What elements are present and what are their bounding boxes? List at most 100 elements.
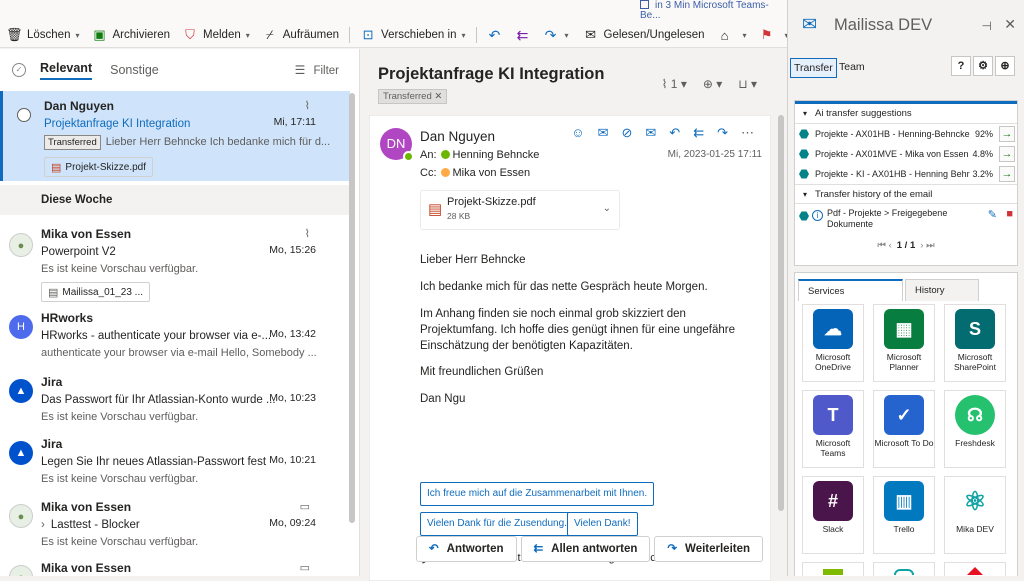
reply-icon[interactable]: ↶ xyxy=(481,27,509,44)
reminder-notification[interactable]: in 3 Min Microsoft Teams-Be... xyxy=(640,0,787,21)
addin-icon-3[interactable]: ✉ xyxy=(645,125,656,141)
list-item[interactable]: H HRworks HRworks - authenticate your br… xyxy=(0,307,350,369)
reply-all-button[interactable]: ⇇ Allen antworten xyxy=(520,536,651,562)
reading-scrollbar[interactable] xyxy=(778,115,784,511)
service-todo[interactable]: ✓ Microsoft To Do xyxy=(873,390,935,468)
chevron-right-icon[interactable]: › xyxy=(41,519,45,531)
forward-button[interactable]: ↷ Weiterleiten xyxy=(654,536,764,562)
service-slack[interactable]: # Slack xyxy=(802,476,864,554)
info-icon[interactable]: i xyxy=(812,210,823,221)
list-scrollbar[interactable] xyxy=(349,93,355,573)
arrow-right-icon[interactable]: → xyxy=(999,146,1015,162)
received-date: Mo, 09:24 xyxy=(269,517,316,529)
attachment-chip[interactable]: ▤ Mailissa_01_23 ... xyxy=(41,282,151,302)
list-item[interactable]: ● Mika von Essen ⌇ Powerpoint V2 Mo, 15:… xyxy=(0,219,350,302)
list-item-selected[interactable]: Dan Nguyen ⌇ Projektanfrage KI Integrati… xyxy=(0,91,350,181)
archive-button[interactable]: ▣ Archivieren xyxy=(86,24,177,46)
report-button[interactable]: ⛉ Melden ▾ xyxy=(176,24,256,46)
tab-transfer[interactable]: Transfer xyxy=(790,58,837,78)
history-section-header[interactable]: ▾ Transfer history of the email xyxy=(795,184,1017,204)
select-radio[interactable] xyxy=(17,108,31,122)
delete-icon[interactable]: ■ xyxy=(1006,209,1013,220)
tab-team[interactable]: Team xyxy=(836,58,868,76)
move-button[interactable]: ⊡ Verschieben in ▾ xyxy=(354,24,471,46)
help-button[interactable]: ? xyxy=(951,56,971,76)
tag-button[interactable]: ⌂ ▾ xyxy=(711,24,753,46)
next-page-icon[interactable]: › xyxy=(920,240,923,251)
suggested-reply[interactable]: Vielen Dank! xyxy=(567,512,638,536)
attachment-count[interactable]: ⌇ 1 ▾ xyxy=(662,77,687,91)
tab-focused[interactable]: Relevant xyxy=(40,61,93,80)
reply-icon[interactable]: ↶ xyxy=(669,125,680,141)
list-item[interactable]: ● Mika von Essen ▭ › Lasttest - Blocker M… xyxy=(0,496,350,556)
service-freshdesk[interactable]: ☊ Freshdesk xyxy=(944,390,1006,468)
suggested-reply[interactable]: Ich freue mich auf die Zusammenarbeit mi… xyxy=(420,482,655,506)
service-tile-partial[interactable] xyxy=(873,562,935,576)
pin-icon[interactable]: ⊣ xyxy=(982,19,992,33)
suggested-reply[interactable]: Vielen Dank für die Zusendung. xyxy=(420,512,574,536)
tab-other[interactable]: Sonstige xyxy=(110,63,159,77)
list-item[interactable]: ▲ Jira Legen Sie Ihr neues Atlassian-Pas… xyxy=(0,433,350,495)
reading-header: Projektanfrage KI Integration Transferre… xyxy=(361,49,787,109)
service-sharepoint[interactable]: S Microsoft SharePoint xyxy=(944,304,1006,382)
close-icon[interactable]: ✕ xyxy=(1004,16,1016,33)
filter-button[interactable]: ☰ Filter xyxy=(295,63,339,77)
ai-section-header[interactable]: ▾ Ai transfer suggestions xyxy=(795,104,1017,124)
service-planner[interactable]: ▦ Microsoft Planner xyxy=(873,304,935,382)
hexagon-icon xyxy=(799,211,809,221)
tab-history[interactable]: History xyxy=(905,279,979,301)
prev-page-icon[interactable]: ‹ xyxy=(889,240,892,251)
last-page-icon[interactable]: ⏭ xyxy=(926,240,935,251)
settings-icon[interactable]: ⚙ xyxy=(973,56,993,76)
globe-icon[interactable]: ⊕ xyxy=(995,56,1015,76)
first-page-icon[interactable]: ⏮ xyxy=(877,240,886,251)
tag-icon: ⌂ xyxy=(720,27,729,43)
history-item[interactable]: i Pdf - Projekte > Freigegebene Dokumente… xyxy=(795,204,1017,234)
service-tile-partial[interactable] xyxy=(944,562,1006,576)
chevron-down-icon[interactable]: ⌄ xyxy=(603,203,611,214)
attachment-card[interactable]: ▤ Projekt-Skizze.pdf 28 KB ⌄ xyxy=(420,190,620,230)
subject: Legen Sie Ihr neues Atlassian-Passwort f… xyxy=(41,456,267,468)
chevron-down-icon[interactable]: ▾ xyxy=(565,31,569,40)
list-item[interactable]: ▲ Jira Das Passwort für Ihr Atlassian-Ko… xyxy=(0,371,350,433)
sender-name: Jira xyxy=(41,437,63,451)
inbox-icon[interactable]: ⊔ ▾ xyxy=(738,77,757,91)
service-onedrive[interactable]: ☁ Microsoft OneDrive xyxy=(802,304,864,382)
list-item[interactable]: ● Mika von Essen ▭ xyxy=(0,557,350,576)
select-all-checkbox[interactable]: ✓ xyxy=(12,63,26,77)
scrollbar-thumb[interactable] xyxy=(349,93,355,523)
close-icon[interactable]: ✕ xyxy=(434,91,442,102)
smiley-icon[interactable]: ☺ xyxy=(571,125,584,141)
reply-button[interactable]: ↶ Antworten xyxy=(416,536,517,562)
reply-all-icon[interactable]: ⇇ xyxy=(509,27,537,44)
paperclip-icon: ⌇ xyxy=(304,100,310,112)
sender-name[interactable]: Dan Nguyen xyxy=(420,129,495,144)
service-mika-dev[interactable]: ⚛ Mika DEV xyxy=(944,476,1006,554)
edit-icon[interactable]: ✎ xyxy=(988,210,997,221)
service-trello[interactable]: ▥ Trello xyxy=(873,476,935,554)
planner-icon: ▦ xyxy=(884,309,924,349)
ai-suggestion[interactable]: Projekte - AX01MVE - Mika von Essen 4.8% → xyxy=(795,144,1017,164)
service-tile-partial[interactable] xyxy=(802,562,864,576)
service-teams[interactable]: T Microsoft Teams xyxy=(802,390,864,468)
zoom-icon[interactable]: ⊕ ▾ xyxy=(703,77,722,91)
reply-all-icon[interactable]: ⇇ xyxy=(693,125,704,141)
attachment-size: 28 KB xyxy=(447,211,471,221)
attachment-chip[interactable]: ▤ Projekt-Skizze.pdf xyxy=(44,157,153,177)
body-paragraph: Im Anhang finden sie noch einmal grob sk… xyxy=(420,308,735,352)
ai-suggestion[interactable]: Projekte - KI - AX01HB - Henning Behr 3.2… xyxy=(795,164,1017,184)
body-paragraph: Ich bedanke mich für das nette Gespräch … xyxy=(420,281,708,293)
addin-icon-2[interactable]: ⊘ xyxy=(621,125,632,141)
forward-icon[interactable]: ↷ xyxy=(717,125,728,141)
arrow-right-icon[interactable]: → xyxy=(999,126,1015,142)
delete-button[interactable]: 🗑 Löschen ▾ xyxy=(0,24,86,46)
ai-suggestion[interactable]: Projekte - AX01HB - Henning-Behncke 92% → xyxy=(795,124,1017,144)
more-icon[interactable]: ⋯ xyxy=(741,125,754,141)
sweep-button[interactable]: ⌿ Aufräumen xyxy=(256,24,345,46)
arrow-right-icon[interactable]: → xyxy=(999,166,1015,182)
tab-services[interactable]: Services xyxy=(798,279,903,301)
addin-icon-1[interactable]: ✉ xyxy=(598,125,609,141)
forward-icon[interactable]: ↷ xyxy=(537,27,565,44)
transferred-category[interactable]: Transferred ✕ xyxy=(378,89,448,104)
read-unread-button[interactable]: ✉ Gelesen/Ungelesen xyxy=(577,24,711,46)
